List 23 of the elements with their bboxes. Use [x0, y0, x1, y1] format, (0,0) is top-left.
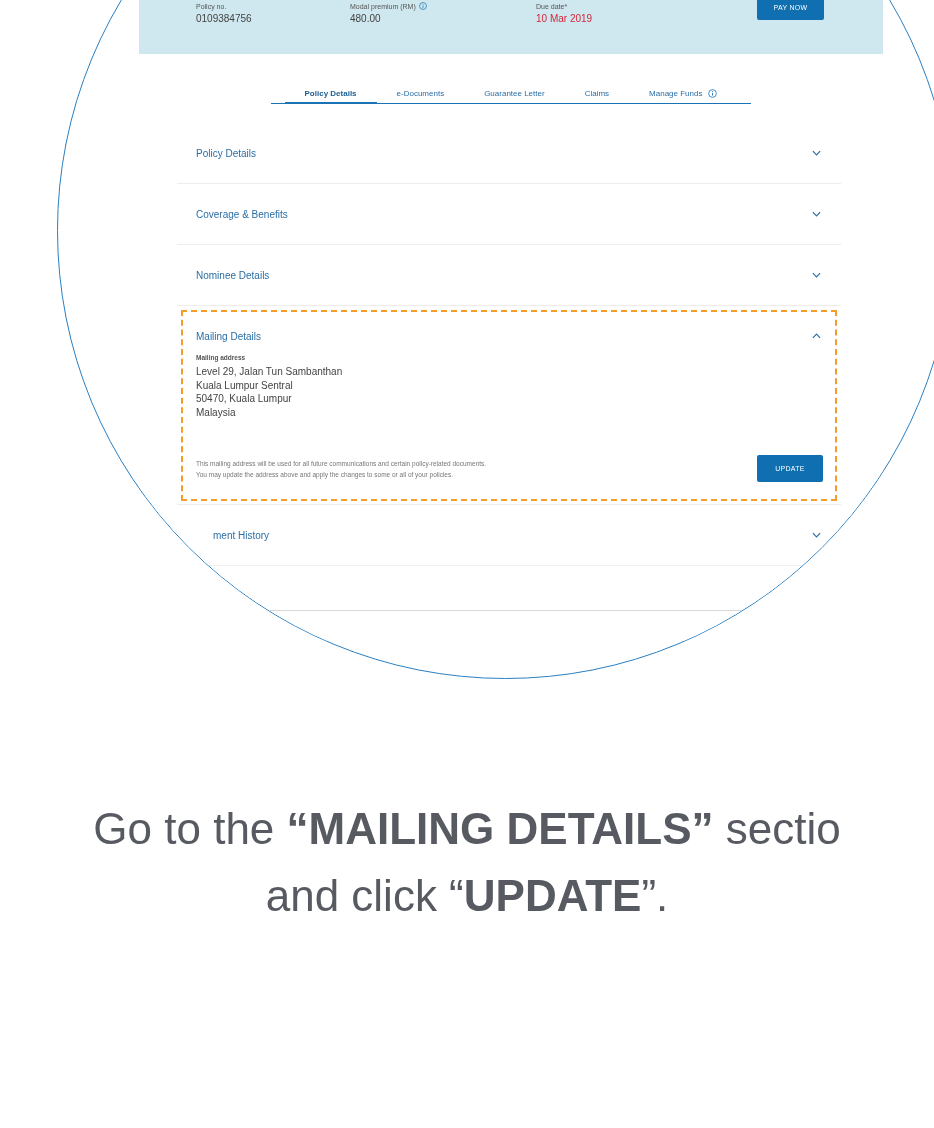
field-value: 10 Mar 2019: [536, 13, 594, 24]
tab[interactable]: e-Documents: [376, 87, 465, 104]
tab[interactable]: Manage Funds: [629, 87, 738, 104]
tab[interactable]: Guarantee Letter: [464, 87, 565, 104]
section-title[interactable]: ment History: [196, 529, 270, 541]
chevron-down-icon[interactable]: [812, 272, 821, 278]
info-icon: [708, 89, 718, 98]
info-icon: [418, 2, 427, 10]
section-title[interactable]: Nominee Details: [196, 269, 270, 281]
tab[interactable]: Policy Details: [284, 87, 377, 104]
field-value: 480.00: [350, 13, 382, 24]
instruction-text: Go to the “MAILING DETAILS” sectio: [93, 803, 841, 855]
section-title[interactable]: Mailing Details: [196, 330, 262, 342]
field-value: 0109384756: [196, 13, 253, 24]
tab[interactable]: Claims: [564, 87, 630, 104]
chevron-up-icon[interactable]: [812, 333, 821, 339]
chevron-down-icon[interactable]: [812, 211, 821, 217]
instruction-text: and click “UPDATE”.: [265, 870, 669, 922]
chevron-down-icon[interactable]: [812, 532, 821, 538]
mailing-address: Level 29, Jalan Tun Sambanthan Kuala Lumpur Sentral 50470, Kuala Lumpur Malaysia: [196, 365, 344, 419]
section-title[interactable]: Coverage & Benefits: [196, 208, 288, 220]
section-title[interactable]: Policy Details: [196, 147, 257, 159]
chevron-down-icon[interactable]: [812, 150, 821, 156]
